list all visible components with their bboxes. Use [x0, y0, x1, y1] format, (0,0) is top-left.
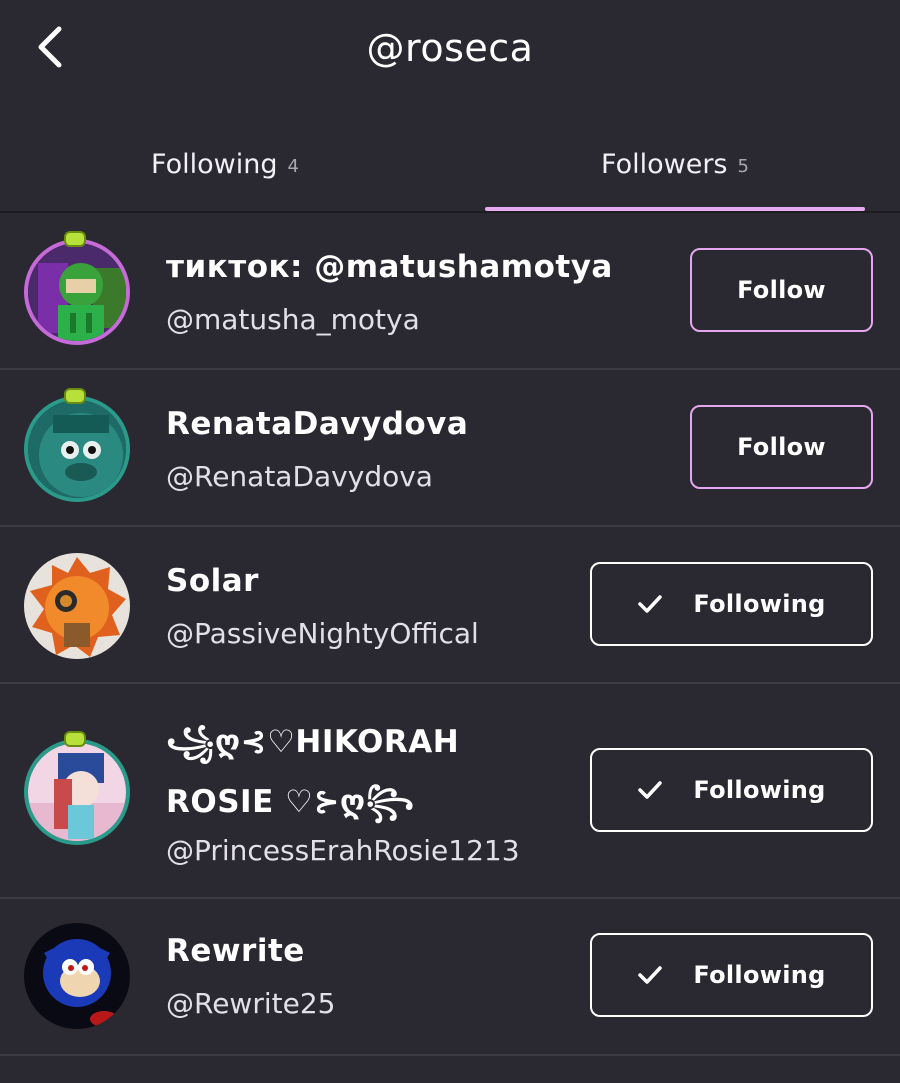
checkmark-icon [638, 781, 663, 799]
avatar-image [24, 553, 130, 659]
avatar-image [28, 243, 126, 341]
user-display-name: Rewrite [166, 933, 305, 969]
user-handle: @PassiveNightyOffical [166, 617, 479, 650]
user-handle: @PrincessErahRosie1213 [166, 834, 520, 867]
following-button[interactable]: Following [590, 748, 873, 832]
user-display-name: тикток: @matushamotya [166, 249, 613, 285]
avatar[interactable] [24, 923, 130, 1029]
user-display-name: RenataDavydova [166, 406, 469, 442]
avatar-frame-badge [64, 731, 86, 747]
following-button-label: Following [693, 961, 826, 989]
tab-following[interactable]: Following 4 [0, 115, 450, 213]
checkmark-icon [638, 595, 663, 613]
avatar-image [28, 743, 126, 841]
avatar-image [28, 400, 126, 498]
list-item[interactable]: тикток: @matushamotya @matusha_motya Fol… [0, 213, 900, 370]
follow-button-label: Follow [737, 276, 826, 304]
followers-list: тикток: @matushamotya @matusha_motya Fol… [0, 213, 900, 1056]
avatar[interactable] [24, 396, 130, 502]
following-button-label: Following [693, 776, 826, 804]
user-display-name: Solar [166, 563, 259, 599]
tab-bar: Following 4 Followers 5 [0, 115, 900, 213]
active-tab-indicator [485, 207, 865, 211]
avatar[interactable] [24, 553, 130, 659]
user-display-name-line1: ꧁ღ⊰♡HIKORAH [166, 724, 460, 760]
page-title: @roseca [366, 26, 534, 70]
follow-button-label: Follow [737, 433, 826, 461]
checkmark-icon [638, 966, 663, 984]
following-button-label: Following [693, 590, 826, 618]
list-item[interactable]: ꧁ღ⊰♡HIKORAH ROSIE ♡⊱ღ꧂ @PrincessErahRosi… [0, 684, 900, 899]
app-header: @roseca [0, 0, 900, 100]
user-display-name-line2: ROSIE ♡⊱ღ꧂ [166, 784, 415, 820]
avatar-image [24, 923, 130, 1029]
list-item[interactable]: Rewrite @Rewrite25 Following [0, 899, 900, 1056]
tab-following-count: 4 [287, 155, 299, 177]
avatar-frame-badge [64, 388, 86, 404]
avatar[interactable] [24, 739, 130, 845]
follow-button[interactable]: Follow [690, 405, 873, 489]
tab-followers-label: Followers [601, 148, 728, 180]
user-handle: @Rewrite25 [166, 987, 336, 1020]
follow-button[interactable]: Follow [690, 248, 873, 332]
list-item[interactable]: Solar @PassiveNightyOffical Following [0, 527, 900, 684]
user-handle: @matusha_motya [166, 303, 420, 336]
avatar[interactable] [24, 239, 130, 345]
tab-followers[interactable]: Followers 5 [485, 115, 865, 213]
tab-followers-count: 5 [737, 155, 749, 177]
user-handle: @RenataDavydova [166, 460, 433, 493]
tab-following-label: Following [151, 148, 278, 180]
list-item[interactable]: RenataDavydova @RenataDavydova Follow [0, 370, 900, 527]
following-button[interactable]: Following [590, 933, 873, 1017]
following-button[interactable]: Following [590, 562, 873, 646]
avatar-frame-badge [64, 231, 86, 247]
